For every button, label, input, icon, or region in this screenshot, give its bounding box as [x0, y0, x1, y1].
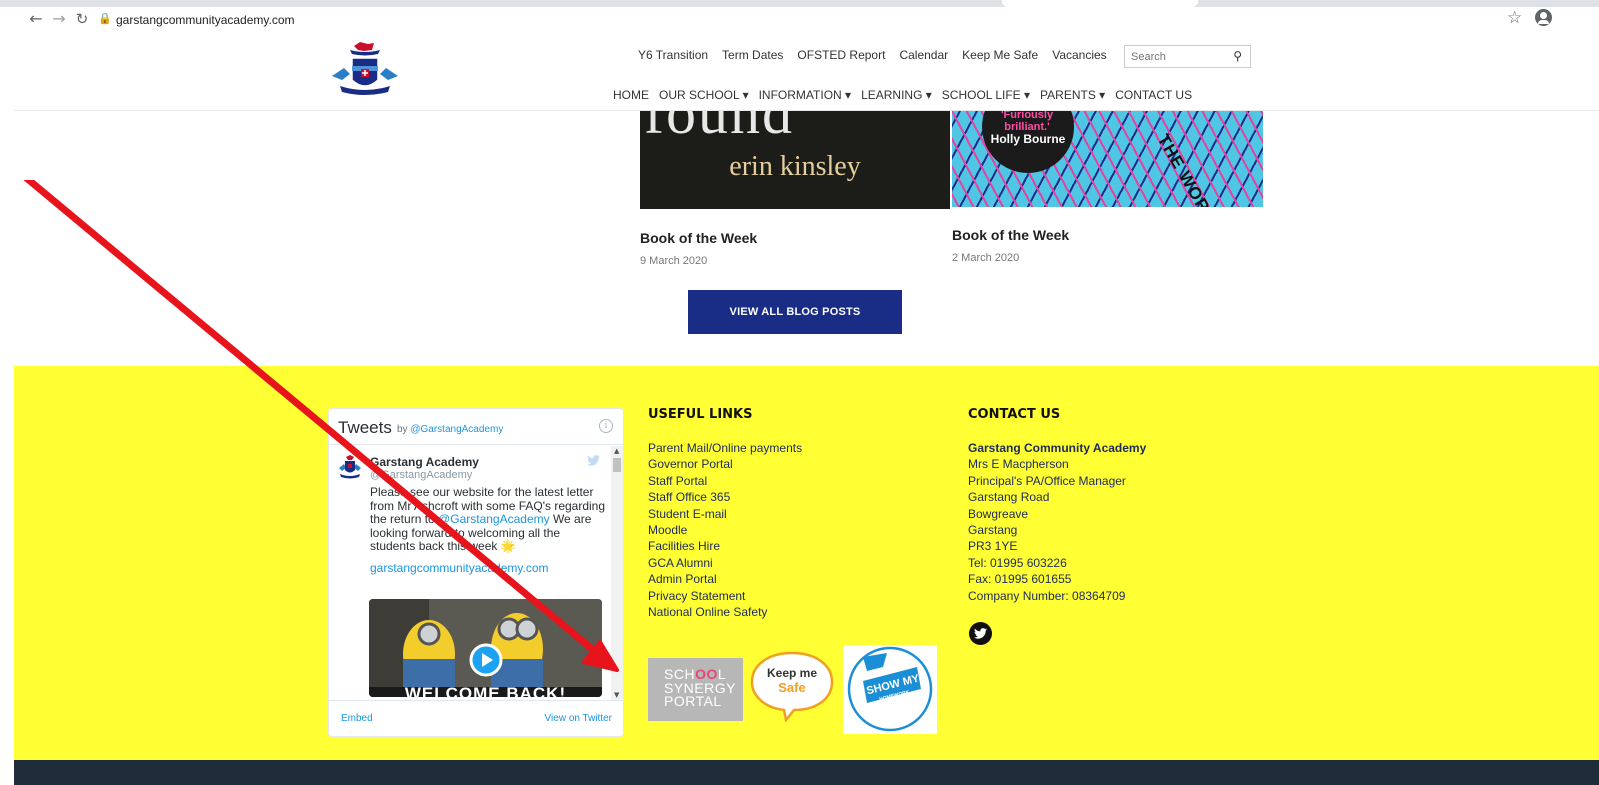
contact-fax: Fax: 01995 601655 [968, 572, 1072, 587]
top-link-keep-me-safe[interactable]: Keep Me Safe [962, 48, 1038, 66]
forward-icon[interactable]: → [50, 9, 68, 29]
cover-author: Holly Bourne [990, 132, 1066, 146]
blog-post-title-1[interactable]: Book of the Week [640, 230, 757, 246]
search-icon[interactable]: ⚲ [1233, 49, 1242, 63]
keep-me-safe-logo[interactable]: Keep me Safe [748, 650, 836, 723]
keep-text-2: Safe [778, 680, 806, 695]
top-links: Y6 Transition Term Dates OFSTED Report C… [638, 48, 1107, 66]
contact-us-heading: CONTACT US [968, 407, 1061, 422]
tab-strip [0, 0, 1599, 7]
synergy-text-3: PORTAL [664, 693, 722, 709]
bookmark-star-icon[interactable]: ☆ [1507, 8, 1522, 28]
nav-contact-us[interactable]: CONTACT US [1115, 88, 1192, 102]
link-moodle[interactable]: Moodle [648, 522, 802, 538]
active-tab[interactable] [1002, 0, 1198, 7]
link-parent-mail[interactable]: Parent Mail/Online payments [648, 440, 802, 456]
back-icon[interactable]: ← [27, 9, 45, 29]
twitter-icon[interactable] [969, 622, 992, 645]
contact-organisation: Garstang Community Academy [968, 441, 1147, 455]
blog-post-date-2: 2 March 2020 [952, 252, 1020, 264]
search-input[interactable] [1131, 49, 1221, 64]
school-crest-logo[interactable] [330, 40, 400, 104]
top-link-vacancies[interactable]: Vacancies [1052, 48, 1106, 66]
cover-author: erin kinsley [729, 151, 861, 182]
top-link-calendar[interactable]: Calendar [899, 48, 948, 66]
main-nav: HOME OUR SCHOOL ▾ INFORMATION ▾ LEARNING… [613, 88, 1192, 102]
nav-information[interactable]: INFORMATION ▾ [759, 88, 851, 102]
contact-line: Garstang Road [968, 490, 1050, 505]
nav-learning[interactable]: LEARNING ▾ [861, 88, 932, 102]
cover-title-fragment: found [644, 111, 794, 146]
link-national-online-safety[interactable]: National Online Safety [648, 604, 802, 620]
footer-bottom-bar [14, 760, 1599, 785]
contact-line: PR3 1YE [968, 539, 1018, 554]
embed-link[interactable]: Embed [341, 713, 373, 724]
useful-links-list: Parent Mail/Online payments Governor Por… [648, 440, 802, 620]
reload-icon[interactable]: ↻ [73, 9, 91, 29]
cover-quote: 'Furiously brilliant.' [1000, 111, 1054, 133]
nav-parents[interactable]: PARENTS ▾ [1040, 88, 1105, 102]
nav-school-life[interactable]: SCHOOL LIFE ▾ [942, 88, 1030, 102]
link-privacy-statement[interactable]: Privacy Statement [648, 588, 802, 604]
useful-links-heading: USEFUL LINKS [648, 407, 753, 422]
top-link-y6-transition[interactable]: Y6 Transition [638, 48, 708, 66]
contact-phone: Tel: 01995 603226 [968, 555, 1067, 570]
blog-post-image-2[interactable]: 'Furiously brilliant.' Holly Bourne THE … [952, 111, 1263, 207]
contact-company-number: Company Number: 08364709 [968, 588, 1126, 603]
contact-line: Mrs E Macpherson [968, 457, 1069, 472]
link-staff-office-365[interactable]: Staff Office 365 [648, 489, 802, 505]
search-box: ⚲ [1124, 45, 1251, 68]
red-annotation-arrow [23, 180, 619, 672]
link-staff-portal[interactable]: Staff Portal [648, 473, 802, 489]
blog-post-date-1: 9 March 2020 [640, 255, 708, 267]
show-my-homework-logo[interactable]: SHOW MY HOMEWORK [843, 645, 937, 734]
contact-line: Garstang [968, 523, 1018, 538]
link-gca-alumni[interactable]: GCA Alumni [648, 555, 802, 571]
school-synergy-portal-logo[interactable]: SCHOOL SYNERGY PORTAL [648, 658, 743, 721]
keep-text-1: Keep me [766, 666, 818, 680]
top-link-ofsted-report[interactable]: OFSTED Report [797, 48, 885, 66]
nav-our-school[interactable]: OUR SCHOOL ▾ [659, 88, 749, 102]
contact-details: Garstang Community Academy Mrs E Macpher… [968, 440, 1146, 604]
twitter-widget-footer: Embed View on Twitter [329, 700, 623, 736]
link-governor-portal[interactable]: Governor Portal [648, 456, 802, 472]
blog-post-image-1[interactable]: found erin kinsley [640, 111, 950, 209]
link-admin-portal[interactable]: Admin Portal [648, 571, 802, 587]
link-facilities-hire[interactable]: Facilities Hire [648, 538, 802, 554]
view-all-blog-posts-button[interactable]: VIEW ALL BLOG POSTS [688, 290, 902, 334]
address-bar[interactable]: garstangcommunityacademy.com [116, 10, 295, 30]
cover-title: THE WORLD IS UNFAIR PLACE [1153, 131, 1263, 207]
contact-line: Principal's PA/Office Manager [968, 473, 1126, 488]
account-icon[interactable] [1535, 9, 1552, 26]
nav-home[interactable]: HOME [613, 88, 649, 102]
lock-icon: 🔒 [98, 12, 112, 25]
view-on-twitter-link[interactable]: View on Twitter [545, 713, 612, 724]
contact-line: Bowgreave [968, 506, 1029, 521]
blog-post-title-2[interactable]: Book of the Week [952, 227, 1069, 243]
link-student-email[interactable]: Student E-mail [648, 506, 802, 522]
top-link-term-dates[interactable]: Term Dates [722, 48, 783, 66]
